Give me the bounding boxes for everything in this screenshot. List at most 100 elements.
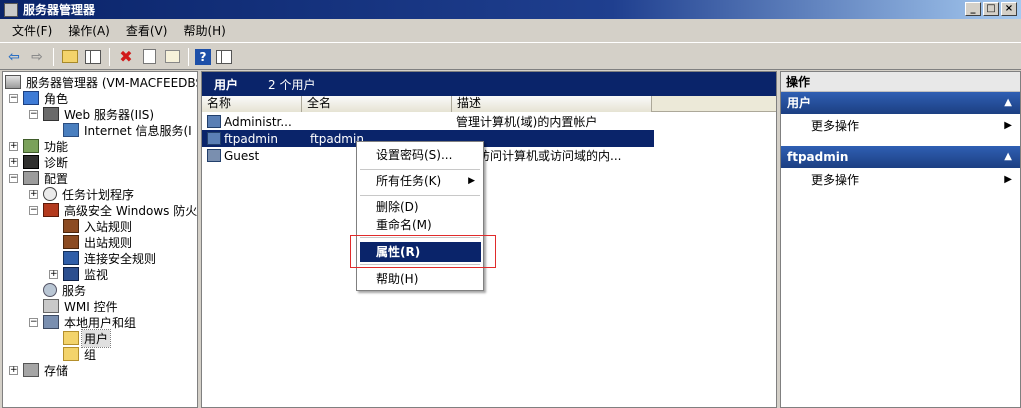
window-controls: _ □ × [965, 2, 1017, 16]
column-headers: 名称 全名 描述 [202, 96, 776, 112]
clock-icon [43, 187, 57, 201]
server-manager-icon [4, 2, 18, 17]
menu-action[interactable]: 操作(A) [60, 22, 118, 39]
tree-item-task-scheduler[interactable]: 任务计划程序 [43, 186, 136, 202]
firewall-icon [43, 203, 59, 217]
tree-item-roles[interactable]: 角色 [23, 90, 70, 106]
expand-toggle[interactable]: + [9, 366, 18, 375]
forward-arrow-icon[interactable]: ⇨ [27, 47, 47, 67]
table-row[interactable]: Administr... 管理计算机(域)的内置帐户 [202, 113, 654, 130]
column-header-fullname[interactable]: 全名 [302, 96, 452, 112]
menu-item-all-tasks[interactable]: 所有任务(K) ▶ [357, 171, 483, 191]
collapse-toggle[interactable]: − [29, 110, 38, 119]
menu-item-help[interactable]: 帮助(H) [357, 269, 483, 289]
user-count: 2 个用户 [268, 77, 316, 92]
web-server-icon [43, 107, 59, 121]
tree-item-connection-security-rules[interactable]: 连接安全规则 [63, 250, 158, 266]
actions-title: 操作 [781, 72, 1020, 92]
user-name: Administr... [224, 114, 292, 129]
user-icon [207, 132, 221, 145]
expand-toggle[interactable]: + [49, 270, 58, 279]
expand-toggle[interactable]: + [9, 158, 18, 167]
connection-security-icon [63, 251, 79, 265]
submenu-arrow-icon: ▶ [468, 176, 475, 186]
collapse-toggle[interactable]: − [9, 174, 18, 183]
delete-icon[interactable]: ✖ [116, 47, 136, 67]
tree-label: 存储 [44, 363, 69, 378]
storage-icon [23, 363, 39, 377]
gear-icon [43, 283, 57, 297]
toolbar: ⇦ ⇨ ✖ ? [0, 44, 1021, 70]
tree-item-local-users-groups[interactable]: 本地用户和组 [43, 314, 138, 330]
tree-item-monitoring[interactable]: 监视 [63, 266, 110, 282]
tree-label: 连接安全规则 [84, 251, 157, 266]
tree-item-iis-manager[interactable]: Internet 信息服务(I [63, 122, 194, 138]
result-pane-header: 用户 2 个用户 [202, 72, 776, 96]
tree-label: 高级安全 Windows 防火墙 [64, 203, 198, 218]
tree-item-diagnostics[interactable]: 诊断 [23, 154, 70, 170]
menu-item-rename[interactable]: 重命名(M) [357, 215, 483, 235]
tree-label: 任务计划程序 [62, 187, 135, 202]
tree-label: 本地用户和组 [64, 315, 137, 330]
tree-item-storage[interactable]: 存储 [23, 362, 70, 378]
tree-label: 服务器管理器 (VM-MACFEEDBSJ) [26, 75, 198, 90]
actions-group-ftpadmin[interactable]: ftpadmin ▲ [781, 146, 1020, 168]
folder-icon [63, 331, 79, 345]
actions-group-users[interactable]: 用户 ▲ [781, 92, 1020, 114]
menu-help[interactable]: 帮助(H) [175, 22, 233, 39]
tree-item-firewall[interactable]: 高级安全 Windows 防火墙 [43, 202, 198, 218]
collapse-toggle[interactable]: − [29, 318, 38, 327]
action-pane-icon[interactable] [214, 47, 234, 67]
help-icon[interactable]: ? [195, 48, 211, 65]
users-groups-icon [43, 315, 59, 329]
up-folder-icon[interactable] [60, 47, 80, 67]
iis-icon [63, 123, 79, 137]
tree-item-outbound-rules[interactable]: 出站规则 [63, 234, 134, 250]
action-more-actions[interactable]: 更多操作 ▶ [781, 168, 1020, 192]
tree-item-server-manager[interactable]: 服务器管理器 (VM-MACFEEDBSJ) [5, 74, 198, 90]
action-more-actions[interactable]: 更多操作 ▶ [781, 114, 1020, 138]
maximize-button[interactable]: □ [983, 2, 999, 16]
collapse-toggle[interactable]: − [9, 94, 18, 103]
toolbar-separator [188, 47, 189, 66]
tree-label: 功能 [44, 139, 69, 154]
tree-item-groups[interactable]: 组 [63, 346, 98, 362]
folder-icon [63, 347, 79, 361]
actions-group-label: ftpadmin [787, 150, 849, 164]
tree-item-users[interactable]: 用户 [63, 328, 112, 348]
properties-icon[interactable] [139, 47, 159, 67]
tree-item-inbound-rules[interactable]: 入站规则 [63, 218, 134, 234]
menu-file[interactable]: 文件(F) [4, 22, 60, 39]
actions-group-label: 用户 [787, 96, 812, 110]
tree-item-web-server[interactable]: Web 服务器(IIS) [43, 106, 156, 122]
toolbar-separator [53, 47, 54, 66]
menu-item-delete[interactable]: 删除(D) [357, 197, 483, 217]
column-header-description[interactable]: 描述 [452, 96, 652, 112]
back-arrow-icon[interactable]: ⇦ [4, 47, 24, 67]
collapse-toggle[interactable]: − [29, 206, 38, 215]
expand-toggle[interactable]: + [9, 142, 18, 151]
minimize-button[interactable]: _ [965, 2, 981, 16]
tree-label: Internet 信息服务(I [84, 123, 192, 138]
show-hide-tree-icon[interactable] [83, 47, 103, 67]
tree-item-features[interactable]: 功能 [23, 138, 70, 154]
submenu-arrow-icon: ▶ [1004, 174, 1012, 185]
menu-view[interactable]: 查看(V) [118, 22, 176, 39]
close-button[interactable]: × [1001, 2, 1017, 16]
menu-item-set-password[interactable]: 设置密码(S)... [357, 145, 483, 165]
console-tree: 服务器管理器 (VM-MACFEEDBSJ) − 角色 − Web 服务器(II… [2, 71, 198, 408]
tree-label: 出站规则 [84, 235, 133, 250]
features-icon [23, 139, 39, 153]
tree-item-services[interactable]: 服务 [43, 282, 88, 298]
menu-item-properties[interactable]: 属性(R) [360, 242, 481, 262]
user-icon [207, 115, 221, 128]
tree-label: 角色 [44, 91, 69, 106]
collapse-arrow-icon: ▲ [1004, 151, 1012, 162]
tree-item-configuration[interactable]: 配置 [23, 170, 70, 186]
export-list-icon[interactable] [162, 47, 182, 67]
action-label: 更多操作 [811, 173, 860, 187]
expand-toggle[interactable]: + [29, 190, 38, 199]
column-header-name[interactable]: 名称 [202, 96, 302, 112]
tree-item-wmi-control[interactable]: WMI 控件 [43, 298, 120, 314]
